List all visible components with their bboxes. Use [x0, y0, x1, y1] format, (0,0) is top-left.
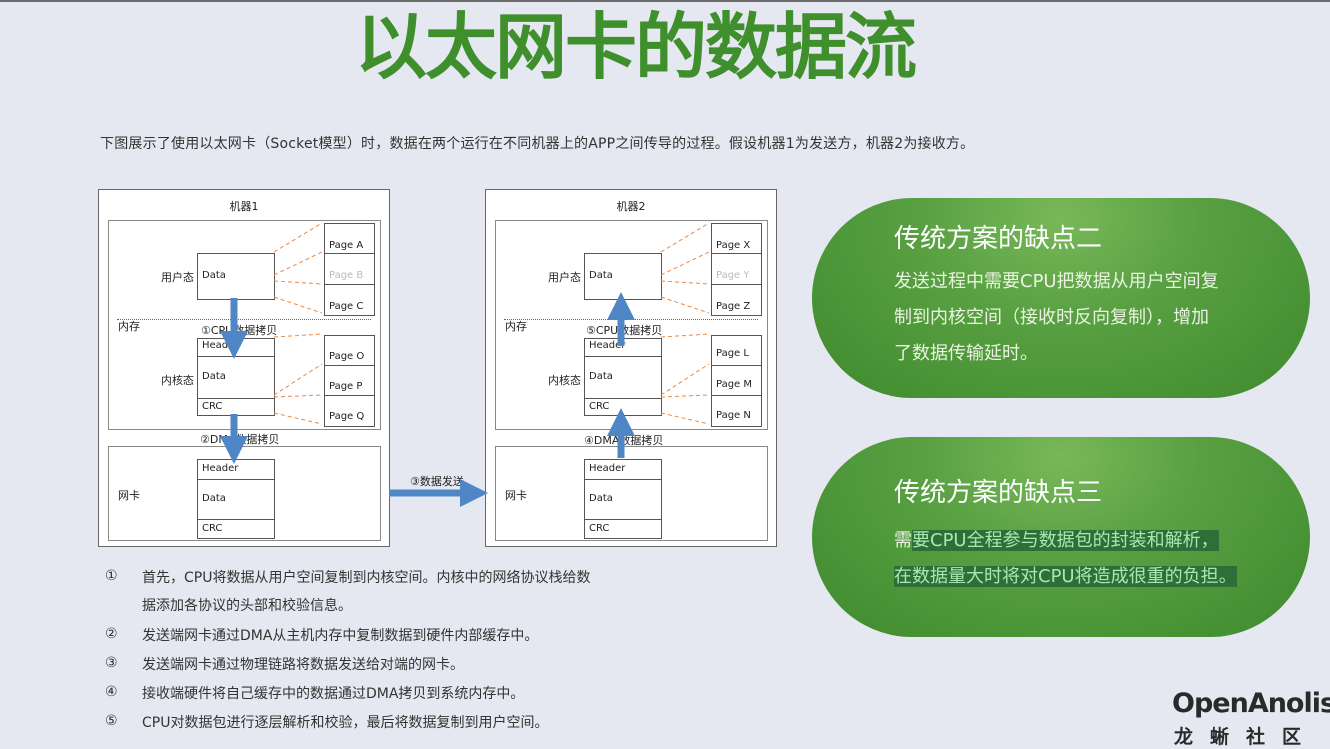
list-item-text: CPU对数据包进行逐层解析和校验，最后将数据复制到用户空间。 [142, 715, 549, 731]
openanolis-logo: OpenAnolis [1172, 688, 1330, 719]
machine1-memory-divider [117, 319, 371, 320]
drawback-three-body: 需要CPU全程参与数据包的封装和解析， 在数据量大时将对CPU将造成很重的负担。 [894, 523, 1284, 595]
list-item-text: 发送端网卡通过DMA从主机内存中复制数据到硬件内部缓存中。 [142, 628, 539, 644]
machine1-page-o: Page O [324, 335, 375, 367]
intro-paragraph: 下图展示了使用以太网卡（Socket模型）时，数据在两个运行在不同机器上的APP… [100, 136, 975, 152]
machine2-nic-crc: CRC [585, 519, 661, 538]
machine2-user-data: Data [589, 270, 613, 281]
machine1-step-cpu-label: ①CPU数据拷贝 [201, 324, 278, 337]
machine1-kernel-crc: CRC [198, 398, 274, 415]
list-item-text: 首先，CPU将数据从用户空间复制到内核空间。内核中的网络协议栈给数据添加各协议的… [142, 570, 591, 614]
machine1-kernel-header: Header [202, 340, 239, 351]
machine2-user-label: 用户态 [548, 271, 581, 284]
machine1-page-a: Page A [324, 223, 375, 255]
machine1-user-data: Data [202, 270, 226, 281]
machine2-title: 机器2 [616, 200, 646, 213]
drawback-two-title: 传统方案的缺点二 [894, 224, 1103, 254]
machine2-nic-data: Data [585, 479, 661, 519]
list-item-number: ③ [105, 655, 118, 671]
machine2-page-y: Page Y [711, 253, 762, 286]
drawback-two-body: 发送过程中需要CPU把数据从用户空间复 制到内核空间（接收时反向复制），增加 了… [894, 264, 1274, 372]
machine2-kernel-data: Data [585, 356, 661, 398]
list-item-number: ⑤ [105, 713, 118, 729]
list-item-text: 接收端硬件将自己缓存中的数据通过DMA拷贝到系统内存中。 [142, 686, 525, 702]
machine2-nic-label: 网卡 [505, 489, 527, 502]
top-border [0, 0, 1330, 2]
drawback-three-line-1-highlight: 要CPU全程参与数据包的封装和解析， [912, 530, 1219, 551]
machine2-step-cpu-label: ⑤CPU数据拷贝 [586, 324, 663, 337]
machine1-nic-header: Header [202, 463, 239, 474]
machine1-nic-crc: CRC [198, 519, 274, 538]
list-item-number: ① [105, 568, 118, 584]
machine2-user-data-box: Data [584, 253, 662, 300]
list-item-number: ② [105, 626, 118, 642]
machine1-page-b: Page B [324, 253, 375, 286]
machine1-page-c: Page C [324, 284, 375, 316]
machine2-diagram: 机器2 用户态 内存 内核态 网卡 Data Header Data CRC H… [485, 189, 777, 547]
machine2-memory-label: 内存 [505, 320, 527, 333]
drawback-two-card: 传统方案的缺点二 发送过程中需要CPU把数据从用户空间复 制到内核空间（接收时反… [812, 198, 1310, 398]
drawback-two-line-1: 发送过程中需要CPU把数据从用户空间复 [894, 271, 1219, 292]
machine1-page-p: Page P [324, 365, 375, 397]
drawback-three-line-2-highlight: 在数据量大时将对CPU将造成很重的负担。 [894, 566, 1237, 587]
machine1-step-dma-label: ②DMA数据拷贝 [200, 433, 280, 446]
drawback-two-line-3: 了数据传输延时。 [894, 343, 1038, 364]
machine1-kernel-data: Data [198, 356, 274, 398]
machine2-page-n: Page N [711, 395, 762, 427]
machine2-page-x: Page X [711, 223, 762, 255]
machine2-kernel-header: Header [589, 340, 626, 351]
drawback-three-line-1: 需要CPU全程参与数据包的封装和解析， [894, 523, 1284, 559]
machine2-nic-header: Header [589, 463, 626, 474]
machine2-kernel-crc: CRC [585, 398, 661, 415]
drawback-two-line-2: 制到内核空间（接收时反向复制），增加 [894, 307, 1209, 328]
openanolis-logo-subtitle: 龙蜥社区 [1174, 726, 1319, 748]
machine2-kernel-packet: Header Data CRC [584, 338, 662, 416]
list-item-number: ④ [105, 684, 118, 700]
machine2-nic-packet: Header Data CRC [584, 459, 662, 539]
machine2-step-dma-label: ④DMA数据拷贝 [584, 434, 664, 447]
drawback-three-title: 传统方案的缺点三 [894, 478, 1103, 508]
machine1-page-q: Page Q [324, 395, 375, 427]
machine1-nic-packet: Header Data CRC [197, 459, 275, 539]
machine2-page-l: Page L [711, 335, 762, 367]
machine2-memory-divider [504, 319, 758, 320]
page-title: 以太网卡的数据流 [354, 5, 917, 89]
machine2-page-m: Page M [711, 365, 762, 397]
drawback-three-card: 传统方案的缺点三 需要CPU全程参与数据包的封装和解析， 在数据量大时将对CPU… [812, 437, 1310, 637]
machine1-memory-label: 内存 [118, 320, 140, 333]
machine1-user-data-box: Data [197, 253, 275, 300]
machine1-diagram: 机器1 用户态 内存 内核态 网卡 Data Header Data CRC H… [98, 189, 390, 547]
machine1-kernel-label: 内核态 [161, 374, 194, 387]
machine1-kernel-packet: Header Data CRC [197, 338, 275, 416]
machine1-user-label: 用户态 [161, 271, 194, 284]
machine1-nic-data: Data [198, 479, 274, 519]
drawback-three-line-2: 在数据量大时将对CPU将造成很重的负担。 [894, 559, 1284, 595]
machine1-title: 机器1 [229, 200, 259, 213]
drawback-three-line-1-plain: 需 [894, 530, 912, 551]
machine1-nic-label: 网卡 [118, 489, 140, 502]
machine2-page-z: Page Z [711, 284, 762, 316]
list-item-text: 发送端网卡通过物理链路将数据发送给对端的网卡。 [142, 657, 464, 673]
machine2-kernel-label: 内核态 [548, 374, 581, 387]
send-step-label: ③数据发送 [410, 475, 464, 488]
